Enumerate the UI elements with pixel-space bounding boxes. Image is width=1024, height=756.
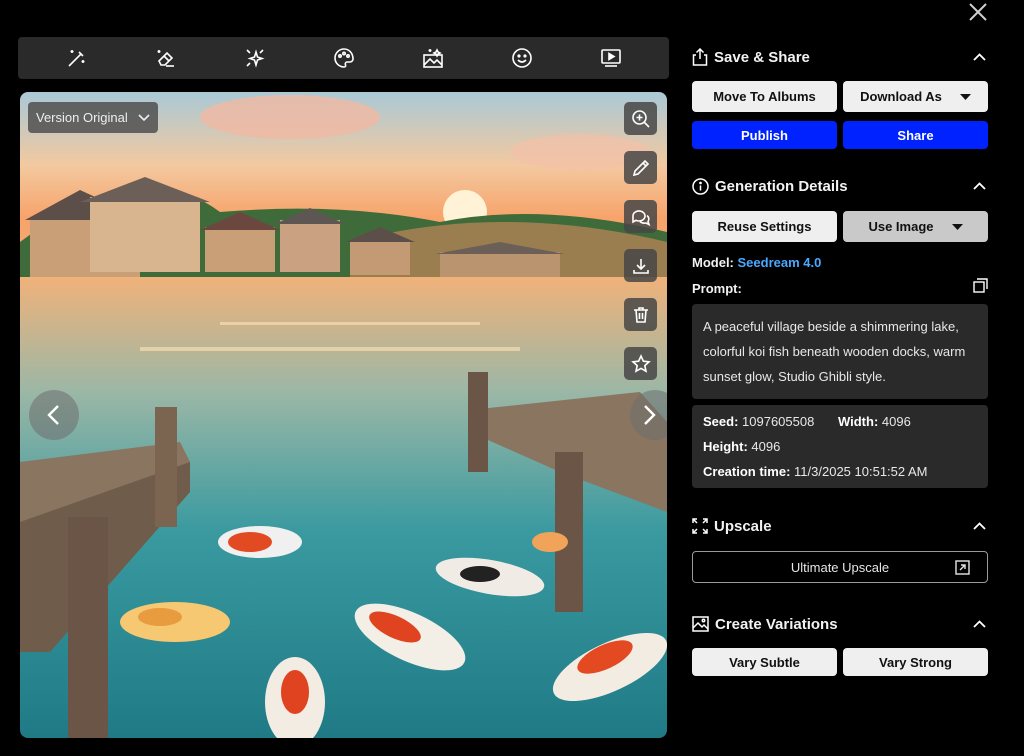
chat-icon [631, 209, 650, 226]
palette-icon [333, 48, 354, 68]
edit-toolbar [18, 37, 669, 79]
generated-image [20, 92, 667, 738]
prompt-text: A peaceful village beside a shimmering l… [692, 304, 988, 399]
chevron-up-icon [972, 182, 986, 190]
creation-time-value: 11/3/2025 10:51:52 AM [794, 464, 928, 479]
video-tool[interactable] [596, 43, 626, 73]
sparkle-tool[interactable] [240, 43, 270, 73]
seed-value: 1097605508 [742, 414, 815, 429]
vary-subtle-label: Vary Subtle [729, 654, 800, 670]
image-enhance-tool[interactable] [418, 43, 448, 73]
details-panel: Save & Share Move To Albums Download As … [692, 44, 988, 676]
move-to-albums-label: Move To Albums [713, 89, 816, 104]
expand-icon [692, 518, 708, 534]
publish-label: Publish [741, 127, 788, 143]
share-upload-icon [692, 48, 708, 66]
caret-down-icon [951, 223, 963, 230]
face-tool[interactable] [507, 43, 537, 73]
version-select[interactable]: Version Original [28, 102, 158, 133]
caret-down-icon [959, 93, 971, 100]
vary-strong-button[interactable]: Vary Strong [843, 648, 988, 676]
close-button[interactable] [964, 0, 992, 24]
image-enhance-icon [422, 48, 443, 68]
variations-header[interactable]: Create Variations [692, 611, 988, 637]
chevron-up-icon [972, 620, 986, 628]
share-label: Share [897, 127, 934, 143]
ultimate-upscale-label: Ultimate Upscale [790, 559, 890, 575]
height-row: Height: 4096 [703, 434, 977, 459]
eraser-tool[interactable] [151, 43, 181, 73]
generation-header[interactable]: Generation Details [692, 173, 988, 199]
comment-button[interactable] [624, 200, 657, 233]
image-side-tools [624, 102, 657, 380]
generation-collapse[interactable] [970, 177, 988, 195]
prompt-label: Prompt: [692, 280, 742, 296]
save-share-collapse[interactable] [970, 48, 988, 66]
sparkles-icon [245, 49, 265, 68]
share-button[interactable]: Share [843, 121, 988, 149]
image-gallery-icon [692, 616, 709, 632]
info-icon [692, 177, 709, 195]
external-link-icon [955, 559, 970, 575]
variations-collapse[interactable] [970, 615, 988, 633]
zoom-in-icon [631, 109, 650, 128]
download-button[interactable] [624, 249, 657, 282]
chevron-up-icon [972, 522, 986, 530]
height-value: 4096 [751, 439, 781, 454]
generation-info-box: Seed: 1097605508 Width: 4096 Height: 409… [692, 405, 988, 488]
model-line: Model: Seedream 4.0 [692, 255, 988, 270]
eraser-icon [157, 50, 174, 67]
move-to-albums-button[interactable]: Move To Albums [692, 81, 837, 112]
upscale-title: Upscale [714, 517, 772, 535]
smiley-icon [511, 48, 532, 68]
save-share-header[interactable]: Save & Share [692, 44, 988, 70]
download-as-button[interactable]: Download As [843, 81, 988, 112]
height-label: Height: [703, 439, 748, 454]
reuse-settings-button[interactable]: Reuse Settings [692, 211, 837, 242]
download-icon [632, 258, 649, 274]
palette-tool[interactable] [329, 43, 359, 73]
model-link[interactable]: Seedream 4.0 [738, 255, 822, 270]
video-icon [600, 49, 621, 67]
width-label: Width: [837, 414, 879, 429]
publish-button[interactable]: Publish [692, 121, 837, 149]
chevron-right-icon [644, 405, 656, 425]
magic-wand-icon [67, 50, 84, 67]
edit-button[interactable] [624, 151, 657, 184]
version-label: Version Original [36, 110, 128, 125]
model-label: Model: [692, 255, 734, 270]
download-as-label: Download As [860, 89, 942, 104]
generation-title: Generation Details [715, 177, 848, 195]
upscale-header[interactable]: Upscale [692, 513, 988, 539]
seed-width-row: Seed: 1097605508 Width: 4096 [703, 409, 977, 434]
star-icon [630, 353, 651, 373]
upscale-collapse[interactable] [970, 517, 988, 535]
creation-time-label: Creation time: [703, 464, 791, 479]
trash-icon [633, 306, 648, 323]
variations-title: Create Variations [715, 615, 838, 633]
image-viewer: Version Original [20, 92, 667, 738]
pencil-icon [632, 159, 649, 176]
save-share-title: Save & Share [714, 48, 810, 66]
delete-button[interactable] [624, 298, 657, 331]
creation-time-row: Creation time: 11/3/2025 10:51:52 AM [703, 459, 977, 484]
ultimate-upscale-button[interactable]: Ultimate Upscale [692, 551, 988, 583]
chevron-up-icon [972, 53, 986, 61]
zoom-in-button[interactable] [624, 102, 657, 135]
vary-strong-label: Vary Strong [879, 654, 952, 670]
close-icon [969, 3, 987, 21]
use-image-label: Use Image [868, 219, 934, 234]
seed-label: Seed: [703, 414, 739, 429]
previous-image-button[interactable] [29, 390, 79, 440]
chevron-left-icon [47, 405, 59, 425]
favorite-button[interactable] [624, 347, 657, 380]
vary-subtle-button[interactable]: Vary Subtle [692, 648, 837, 676]
copy-prompt-button[interactable] [973, 278, 988, 298]
use-image-button[interactable]: Use Image [843, 211, 988, 242]
chevron-down-icon [138, 113, 150, 121]
copy-icon [973, 278, 988, 293]
reuse-settings-label: Reuse Settings [717, 219, 812, 234]
magic-wand-tool[interactable] [62, 43, 92, 73]
width-value: 4096 [881, 414, 911, 429]
